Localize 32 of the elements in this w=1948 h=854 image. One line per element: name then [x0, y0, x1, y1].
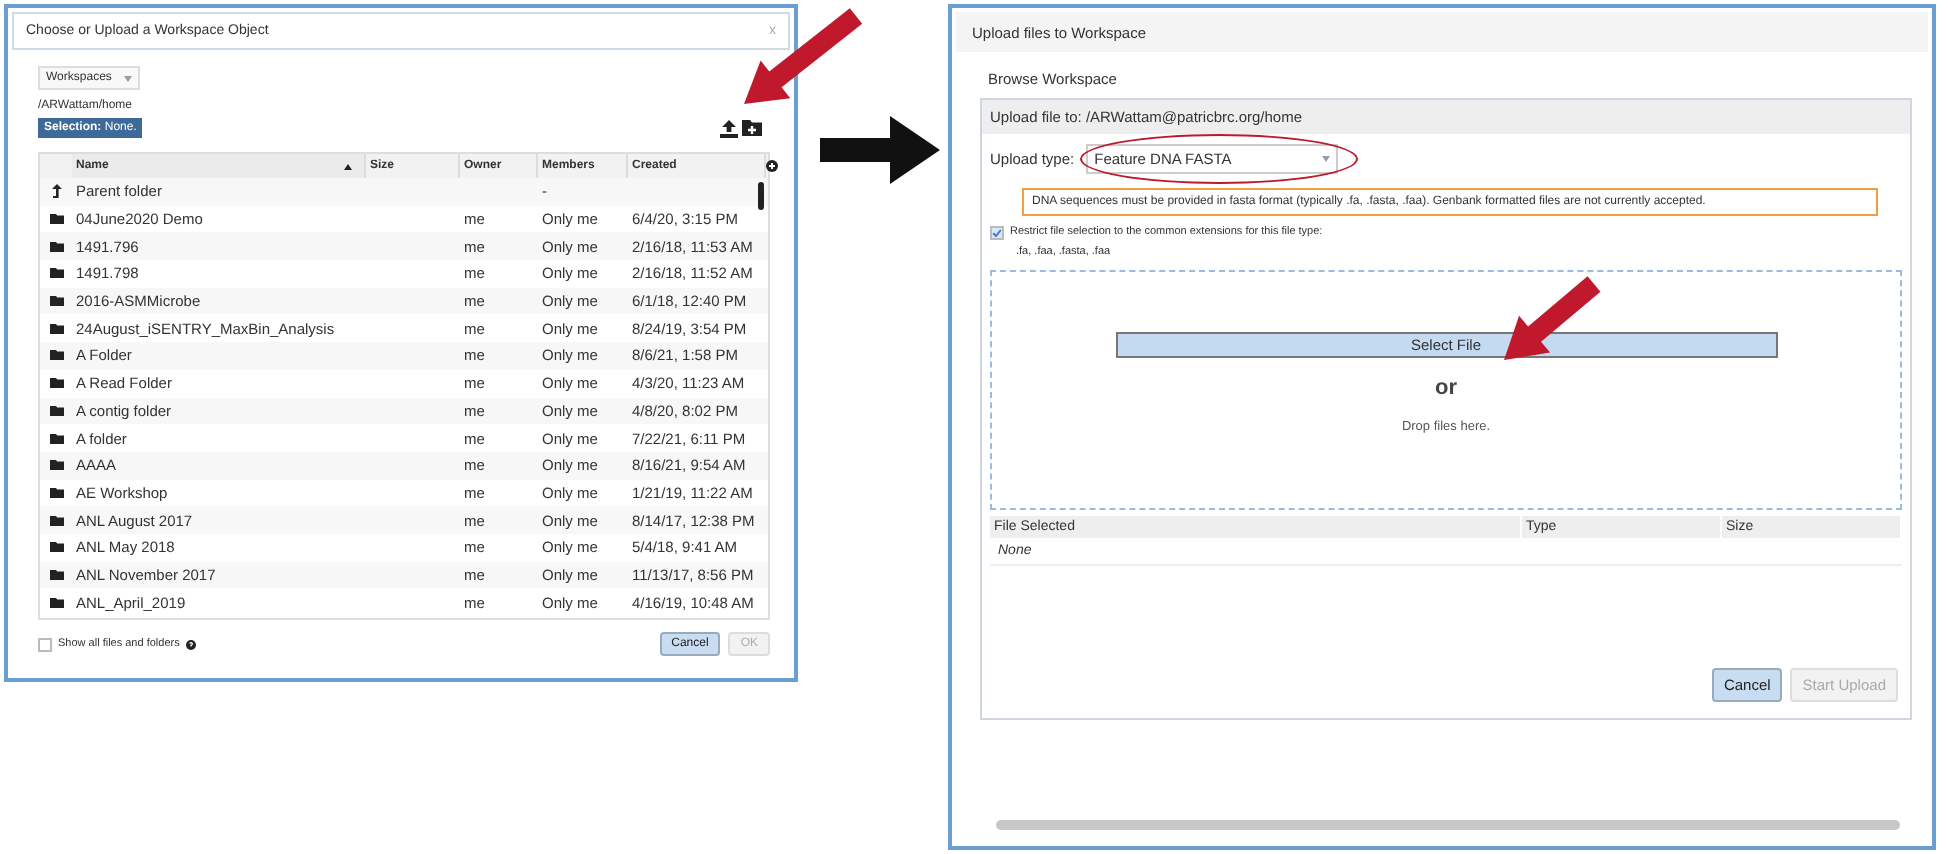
help-icon[interactable]: [185, 639, 196, 649]
new-folder-icon[interactable]: [742, 120, 762, 136]
folder-icon: [49, 405, 63, 416]
up-arrow-icon: [51, 184, 61, 199]
folder-icon: [49, 569, 63, 580]
folder-icon: [49, 296, 63, 307]
folder-icon: [49, 214, 63, 225]
check-icon: [992, 228, 1002, 238]
upload-icon[interactable]: [720, 120, 738, 138]
folder-icon: [49, 487, 63, 498]
folder-icon: [49, 350, 63, 361]
scrollbar-thumb[interactable]: [758, 182, 764, 210]
checkbox[interactable]: [990, 226, 1004, 240]
checkbox[interactable]: [38, 637, 52, 651]
sort-arrow-icon: [344, 163, 352, 169]
caret-icon: [123, 75, 132, 81]
folder-icon: [49, 542, 63, 553]
folder-icon: [49, 460, 63, 471]
pointer-arrow: [744, 8, 863, 104]
horizontal-scrollbar[interactable]: [996, 820, 1900, 830]
folder-icon: [49, 323, 63, 334]
right-arrow: [820, 116, 940, 184]
caret-icon: [1322, 156, 1331, 162]
folder-icon: [49, 597, 63, 608]
pointer-arrow: [1504, 276, 1601, 360]
settings-icon[interactable]: [766, 160, 778, 172]
folder-icon: [49, 515, 63, 526]
folder-icon: [49, 378, 63, 389]
folder-icon: [49, 433, 63, 444]
folder-icon: [49, 241, 63, 252]
or-text: or: [1435, 376, 1457, 400]
folder-icon: [49, 268, 63, 279]
